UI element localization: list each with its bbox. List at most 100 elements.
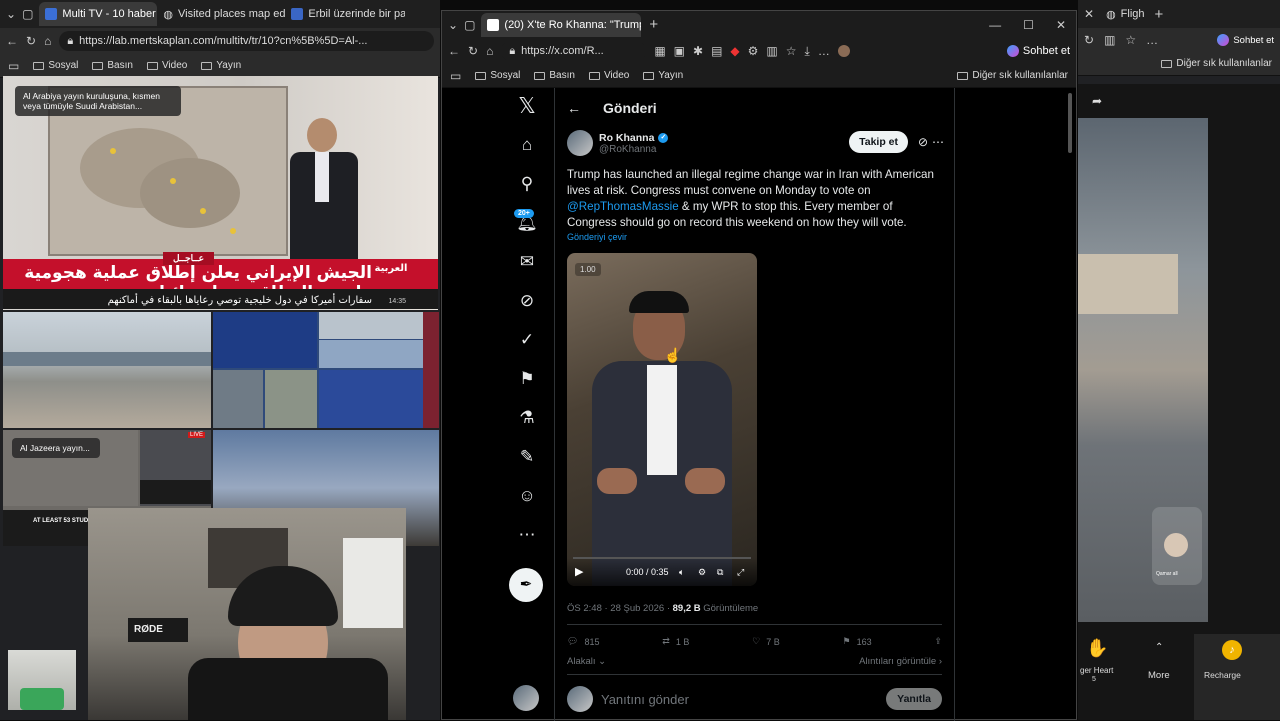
explore-icon[interactable]: ⚲ bbox=[515, 172, 539, 196]
author-avatar[interactable] bbox=[567, 130, 593, 156]
back-icon[interactable]: ← bbox=[6, 35, 18, 47]
bookmark-video[interactable]: Video bbox=[588, 70, 629, 81]
extension-icon[interactable]: ▤ bbox=[711, 45, 722, 57]
left-url-bar[interactable]: 🔒︎ https://lab.mertskaplan.com/multitv/t… bbox=[59, 31, 434, 51]
favorites-icon[interactable]: ☆ bbox=[786, 45, 797, 57]
home-icon[interactable]: ⌂ bbox=[44, 35, 51, 47]
close-icon[interactable]: ✕ bbox=[1084, 8, 1094, 20]
bookmarks-icon[interactable]: ⚑ bbox=[515, 367, 539, 391]
bookmark-basin[interactable]: Basın bbox=[534, 70, 575, 81]
al-arabiya-stream[interactable]: Al Arabiya yayın kuruluşuna, kısmen veya… bbox=[3, 76, 438, 310]
tab-erbil[interactable]: Erbil üzerinde bir patlama bbox=[285, 2, 405, 26]
repost-action[interactable]: ⇄ 1 B bbox=[662, 636, 689, 647]
reload-icon[interactable]: ↻ bbox=[26, 35, 36, 47]
profile-avatar[interactable] bbox=[837, 45, 850, 57]
split-screen-icon[interactable]: ▥ bbox=[1104, 34, 1115, 46]
author-name[interactable]: Ro Khanna bbox=[599, 132, 654, 144]
tab-visited-places[interactable]: ◍ Visited places map editor bbox=[157, 2, 285, 26]
more-options-icon[interactable]: ⋯ bbox=[932, 135, 944, 149]
extension-icon[interactable]: ▦ bbox=[654, 45, 665, 57]
maximize-icon[interactable]: ☐ bbox=[1023, 19, 1034, 31]
other-bookmarks[interactable]: Diğer sık kullanılanlar bbox=[957, 70, 1068, 81]
share-icon[interactable]: ➦ bbox=[1092, 94, 1102, 108]
new-tab-icon[interactable]: + bbox=[649, 17, 658, 32]
more-icon[interactable]: ⋯ bbox=[515, 523, 539, 547]
guest-card[interactable]: Qamar all bbox=[1152, 507, 1202, 585]
cam-mosaic[interactable] bbox=[213, 312, 423, 428]
relevance-dropdown[interactable]: Alakalı ⌄ bbox=[567, 656, 606, 667]
workspaces-icon[interactable]: ▢ bbox=[22, 8, 33, 20]
other-bookmarks[interactable]: Diğer sık kullanılanlar bbox=[1161, 58, 1272, 69]
profile-icon[interactable]: ☺ bbox=[515, 484, 539, 508]
workspaces-icon[interactable]: ▢ bbox=[464, 19, 475, 31]
pip-icon[interactable]: ⧉ bbox=[717, 567, 723, 578]
volume-icon[interactable]: 🔈︎ bbox=[679, 567, 684, 578]
al-jazeera-chip[interactable]: Al Jazeera yayın... bbox=[12, 438, 100, 458]
reply-submit-button[interactable]: Yanıtla bbox=[886, 688, 942, 710]
home-icon[interactable]: ⌂ bbox=[486, 45, 493, 57]
verified-icon[interactable]: ✓ bbox=[515, 328, 539, 352]
back-icon[interactable]: ← bbox=[448, 45, 460, 57]
new-tab-icon[interactable]: + bbox=[1155, 7, 1164, 22]
more-icon[interactable]: … bbox=[1146, 34, 1158, 46]
more-button[interactable]: More bbox=[1148, 670, 1170, 681]
fullscreen-icon[interactable]: ⤢ bbox=[737, 567, 744, 578]
view-quotes-link[interactable]: Alıntıları görüntüle › bbox=[859, 656, 942, 667]
city-cam-1[interactable] bbox=[3, 312, 211, 428]
grok-icon[interactable]: ⊘ bbox=[515, 289, 539, 313]
premium-icon[interactable]: ⚗ bbox=[515, 406, 539, 430]
settings-icon[interactable]: ⚙ bbox=[698, 567, 706, 578]
like-action[interactable]: ♡ 7 B bbox=[752, 636, 780, 647]
extension-icon[interactable]: ◆ bbox=[730, 45, 739, 57]
reply-action[interactable]: 💬︎ 815 bbox=[567, 636, 599, 647]
bookmark-sosyal[interactable]: Sosyal bbox=[475, 70, 520, 81]
author-block[interactable]: Ro Khanna ✓ @RoKhanna bbox=[567, 130, 669, 156]
translate-link[interactable]: Gönderiyi çevir bbox=[567, 232, 627, 242]
back-arrow-icon[interactable]: ← bbox=[567, 100, 581, 116]
video-player[interactable]: 1.00 ▶ 0:00 / 0:35 🔈︎ ⚙ ⧉ ⤢ bbox=[567, 253, 757, 586]
reading-list-icon[interactable]: ▭ bbox=[450, 70, 461, 82]
copilot-button[interactable]: Sohbet et bbox=[1006, 45, 1070, 57]
tab-actions-icon[interactable]: ⌄ bbox=[6, 8, 16, 20]
favorites-icon[interactable]: ☆ bbox=[1125, 34, 1136, 46]
recharge-panel[interactable]: ♪ Recharge bbox=[1194, 634, 1280, 720]
tab-actions-icon[interactable]: ⌄ bbox=[448, 19, 458, 31]
channel-info-chip[interactable]: Al Arabiya yayın kuruluşuna, kısmen veya… bbox=[15, 86, 181, 116]
extension-icon[interactable]: ✱ bbox=[693, 45, 703, 57]
compose-button[interactable]: ✒ bbox=[509, 568, 543, 602]
x-logo-icon[interactable]: 𝕏 bbox=[515, 94, 539, 118]
mention-link[interactable]: @RepThomasMassie bbox=[567, 200, 679, 213]
bookmark-yayin[interactable]: Yayın bbox=[201, 60, 241, 71]
post-date[interactable]: ÖS 2:48 · 28 Şub 2026 · bbox=[567, 603, 673, 614]
copilot-button[interactable]: Sohbet et bbox=[1217, 34, 1274, 46]
reading-list-icon[interactable]: ▭ bbox=[8, 60, 19, 72]
share-action[interactable]: ⇪ bbox=[934, 636, 942, 647]
more-icon[interactable]: … bbox=[818, 45, 830, 57]
extension-icon[interactable]: ⚙ bbox=[748, 45, 759, 57]
bookmark-yayin[interactable]: Yayın bbox=[643, 70, 683, 81]
bookmark-basin[interactable]: Basın bbox=[92, 60, 133, 71]
split-screen-icon[interactable]: ▥ bbox=[766, 45, 777, 57]
tab-x-post[interactable]: (20) X'te Ro Khanna: "Trump has la ✕ bbox=[481, 12, 642, 37]
refresh-icon[interactable]: ↻ bbox=[1084, 34, 1094, 46]
x-url-bar[interactable]: 🔒︎ https://x.com/R... bbox=[501, 41, 647, 61]
playback-speed[interactable]: 1.00 bbox=[575, 263, 601, 276]
extension-icon[interactable]: ▣ bbox=[674, 45, 685, 57]
articles-icon[interactable]: ✎ bbox=[515, 445, 539, 469]
grok-explain-icon[interactable]: ⊘ bbox=[918, 135, 928, 149]
bookmark-action[interactable]: ⚑ 163 bbox=[843, 636, 872, 647]
play-icon[interactable]: ▶ bbox=[575, 565, 583, 578]
messages-icon[interactable]: ✉ bbox=[515, 250, 539, 274]
author-handle[interactable]: @RoKhanna bbox=[599, 144, 668, 155]
scrollbar[interactable] bbox=[1068, 93, 1072, 153]
home-icon[interactable]: ⌂ bbox=[515, 133, 539, 157]
reload-icon[interactable]: ↻ bbox=[468, 45, 478, 57]
bookmark-sosyal[interactable]: Sosyal bbox=[33, 60, 78, 71]
account-avatar[interactable] bbox=[513, 685, 539, 711]
bookmark-video[interactable]: Video bbox=[146, 60, 187, 71]
downloads-icon[interactable]: ⤓ bbox=[805, 45, 810, 57]
reply-input[interactable]: Yanıtını gönder bbox=[601, 692, 689, 707]
minimize-icon[interactable]: — bbox=[989, 19, 1001, 31]
tab-flight[interactable]: ◍ Fligh bbox=[1100, 2, 1150, 26]
tab-multi-tv[interactable]: Multi TV - 10 haber k ✕ bbox=[39, 2, 158, 26]
